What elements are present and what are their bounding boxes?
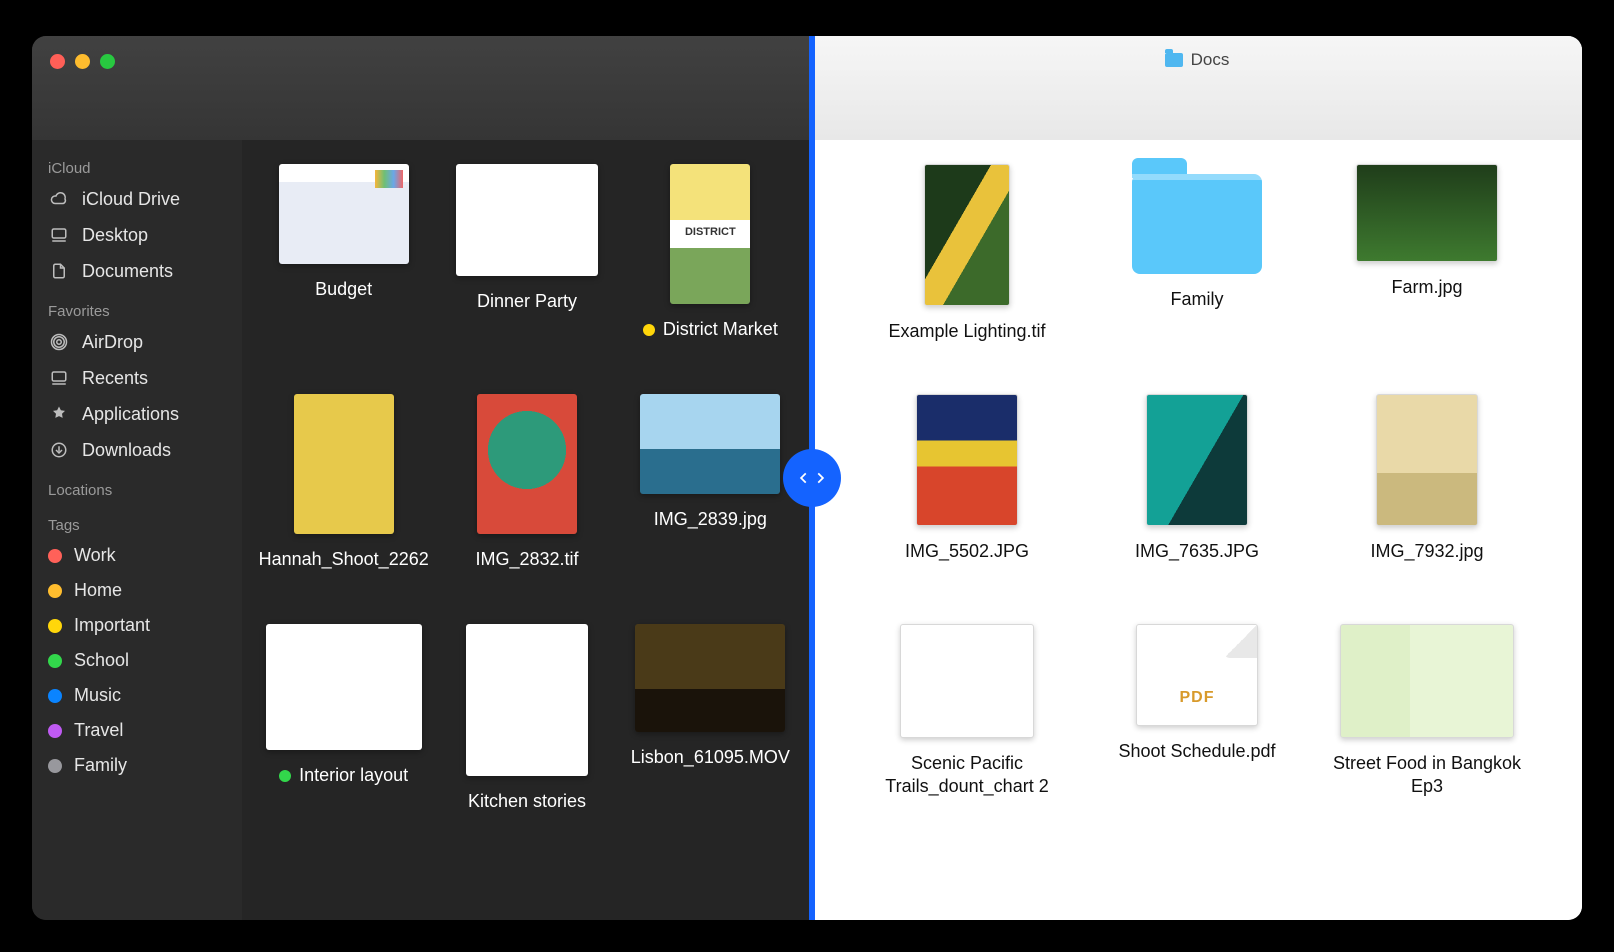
file-item[interactable]: Lisbon_61095.MOV (619, 624, 802, 844)
sidebar-tag-music[interactable]: Music (32, 678, 242, 713)
folder-icon (1132, 174, 1262, 274)
file-item[interactable]: Scenic Pacific Trails_dount_chart 2 (852, 624, 1082, 844)
tag-dot-icon (48, 654, 62, 668)
file-item[interactable]: Farm.jpg (1312, 164, 1542, 384)
sidebar-item-icloud-drive[interactable]: iCloud Drive (32, 181, 242, 217)
sidebar-tag-important[interactable]: Important (32, 608, 242, 643)
sidebar-tag-family[interactable]: Family (32, 748, 242, 783)
file-item[interactable]: Interior layout (252, 624, 435, 844)
applications-icon (48, 403, 70, 425)
file-item[interactable]: Hannah_Shoot_2262 (252, 394, 435, 614)
file-thumbnail (1376, 394, 1478, 526)
sidebar-tag-school[interactable]: School (32, 643, 242, 678)
window-title: Docs (1191, 50, 1230, 70)
titlebar-dark: Docs (32, 36, 812, 141)
minimize-icon[interactable] (75, 54, 90, 69)
file-thumbnail (456, 164, 598, 276)
documents-icon (48, 260, 70, 282)
tag-dot-icon (48, 584, 62, 598)
file-item[interactable]: Budget (252, 164, 435, 384)
sidebar-item-applications[interactable]: Applications (32, 396, 242, 432)
file-thumbnail (635, 624, 785, 732)
zoom-icon[interactable] (100, 54, 115, 69)
cloud-icon (48, 188, 70, 210)
file-item[interactable]: IMG_5502.JPG (852, 394, 1082, 614)
file-thumbnail (1136, 624, 1258, 726)
sidebar: iCloud iCloud Drive Desktop Documents Fa… (32, 140, 242, 920)
file-item[interactable]: IMG_2832.tif (435, 394, 618, 614)
tag-dot-icon (48, 759, 62, 773)
file-thumbnail (640, 394, 780, 494)
sidebar-item-recents[interactable]: Recents (32, 360, 242, 396)
folder-icon (1165, 53, 1183, 67)
airdrop-icon (48, 331, 70, 353)
sidebar-header-favorites: Favorites (32, 289, 242, 324)
tag-dot-icon (48, 724, 62, 738)
file-item[interactable]: Example Lighting.tif (852, 164, 1082, 384)
sidebar-tag-travel[interactable]: Travel (32, 713, 242, 748)
file-item[interactable]: Dinner Party (435, 164, 618, 384)
file-thumbnail (294, 394, 394, 534)
desktop-icon (48, 224, 70, 246)
tag-dot-icon (48, 619, 62, 633)
file-item[interactable]: District Market (619, 164, 802, 384)
light-mode-pane: Docs Search Example Lighting.tif Family … (812, 36, 1582, 920)
icon-grid-light: Example Lighting.tif Family Farm.jpg IMG… (812, 140, 1582, 920)
titlebar-light: Docs Search (812, 36, 1582, 141)
sidebar-header-icloud: iCloud (32, 146, 242, 181)
chevron-right-icon (813, 467, 827, 489)
slider-handle[interactable] (783, 449, 841, 507)
chevron-left-icon (797, 467, 811, 489)
tag-dot-icon (279, 770, 291, 782)
file-thumbnail (670, 164, 750, 304)
file-thumbnail (1146, 394, 1248, 526)
file-item[interactable]: IMG_2839.jpg (619, 394, 802, 614)
window-controls (50, 54, 115, 69)
tag-dot-icon (48, 689, 62, 703)
file-thumbnail (466, 624, 588, 776)
file-thumbnail (924, 164, 1010, 306)
sidebar-tag-home[interactable]: Home (32, 573, 242, 608)
file-item[interactable]: IMG_7635.JPG (1082, 394, 1312, 614)
sidebar-header-tags: Tags (32, 503, 242, 538)
file-thumbnail (1340, 624, 1514, 738)
file-thumbnail (279, 164, 409, 264)
recents-icon (48, 367, 70, 389)
sidebar-item-downloads[interactable]: Downloads (32, 432, 242, 468)
sidebar-tag-work[interactable]: Work (32, 538, 242, 573)
tag-dot-icon (48, 549, 62, 563)
file-thumbnail (916, 394, 1018, 526)
folder-item[interactable]: Family (1082, 164, 1312, 384)
file-item[interactable]: IMG_7932.jpg (1312, 394, 1542, 614)
icon-grid-dark: Budget Dinner Party District Market Hann… (242, 140, 812, 920)
downloads-icon (48, 439, 70, 461)
sidebar-item-desktop[interactable]: Desktop (32, 217, 242, 253)
file-thumbnail (266, 624, 422, 750)
sidebar-item-airdrop[interactable]: AirDrop (32, 324, 242, 360)
sidebar-item-documents[interactable]: Documents (32, 253, 242, 289)
dark-mode-pane: Docs (32, 36, 812, 920)
close-icon[interactable] (50, 54, 65, 69)
file-item[interactable]: Kitchen stories (435, 624, 618, 844)
comparison-divider[interactable] (809, 36, 815, 920)
tag-dot-icon (643, 324, 655, 336)
file-thumbnail (1356, 164, 1498, 262)
file-item[interactable]: Shoot Schedule.pdf (1082, 624, 1312, 844)
sidebar-header-locations: Locations (32, 468, 242, 503)
file-thumbnail (900, 624, 1034, 738)
file-thumbnail (477, 394, 577, 534)
file-item[interactable]: Street Food in Bangkok Ep3 (1312, 624, 1542, 844)
